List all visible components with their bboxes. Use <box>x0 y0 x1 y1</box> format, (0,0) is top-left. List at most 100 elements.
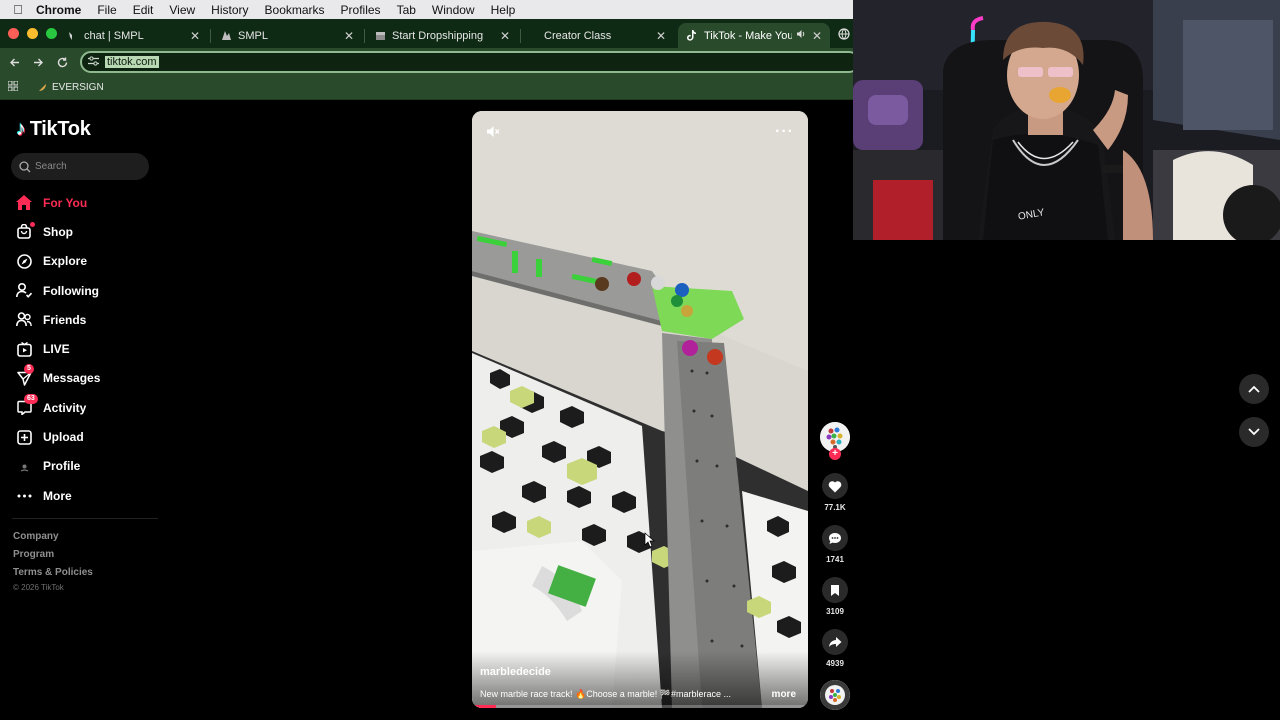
zoom-window-button[interactable] <box>46 28 57 39</box>
footer-link-program[interactable]: Program <box>13 549 54 560</box>
close-tab-icon[interactable]: ✕ <box>812 29 822 43</box>
video-author[interactable]: marbledecide <box>480 666 551 678</box>
sidebar-item-upload[interactable]: Upload <box>0 422 160 451</box>
sidebar-item-profile[interactable]: Profile <box>0 452 160 481</box>
url-text[interactable]: tiktok.com <box>105 56 159 68</box>
close-tab-icon[interactable]: ✕ <box>500 29 510 43</box>
sound-disc-avatar[interactable] <box>820 680 850 710</box>
save-button[interactable]: 3109 <box>820 577 850 616</box>
search-placeholder: Search <box>35 161 67 172</box>
messages-icon: 5 <box>16 364 34 386</box>
caption-more-link[interactable]: more <box>772 689 796 700</box>
close-window-button[interactable] <box>8 28 19 39</box>
menu-profiles[interactable]: Profiles <box>341 3 381 17</box>
tab-label: Start Dropshipping <box>392 29 484 42</box>
sidebar-item-more[interactable]: More <box>0 481 160 510</box>
menu-view[interactable]: View <box>169 3 195 17</box>
sidebar-item-label: Messages <box>43 371 101 386</box>
back-icon[interactable] <box>6 54 22 70</box>
apple-icon[interactable]:  <box>0 2 36 17</box>
address-bar[interactable]: tiktok.com <box>80 51 860 73</box>
sidebar-item-activity[interactable]: 63 Activity <box>0 393 160 422</box>
tab-chat-smpl[interactable]: chat | SMPL ✕ <box>58 23 208 48</box>
next-video-button[interactable] <box>1239 417 1269 447</box>
comment-count: 1741 <box>826 555 844 564</box>
site-settings-icon[interactable] <box>88 55 99 69</box>
share-button[interactable]: 4939 <box>820 629 850 668</box>
browser-tab-strip: chat | SMPL ✕ SMPL ✕ Start Dropshipping … <box>0 19 853 48</box>
close-tab-icon[interactable]: ✕ <box>344 29 354 43</box>
chat-favicon-icon <box>66 30 78 42</box>
comment-button[interactable]: 1741 <box>820 525 850 564</box>
footer-link-terms[interactable]: Terms & Policies <box>13 567 93 578</box>
sidebar-item-label: Explore <box>43 254 88 269</box>
sidebar-item-following[interactable]: Following <box>0 276 160 305</box>
tab-creator-class[interactable]: Creator Class ✕ <box>522 23 674 48</box>
upload-icon <box>16 429 32 445</box>
menu-window[interactable]: Window <box>432 3 475 17</box>
menu-help[interactable]: Help <box>491 3 516 17</box>
sidebar-item-live[interactable]: LIVE <box>0 334 160 363</box>
video-frame-marble-track <box>472 111 808 708</box>
video-player[interactable]: ··· marbledecide New marble race track! … <box>472 111 808 708</box>
sidebar-item-for-you[interactable]: For You <box>0 188 160 217</box>
tab-tiktok[interactable]: TikTok - Make Your Day ✕ <box>678 23 830 48</box>
like-button[interactable]: 77.1K <box>820 473 850 512</box>
menu-tab[interactable]: Tab <box>397 3 416 17</box>
more-dots-icon <box>16 488 32 504</box>
apps-grid-icon[interactable] <box>7 80 20 94</box>
minimize-window-button[interactable] <box>27 28 38 39</box>
like-count: 77.1K <box>824 503 846 512</box>
bookmarks-bar: EVERSIGN <box>0 76 853 100</box>
sidebar-item-friends[interactable]: Friends <box>0 305 160 334</box>
follow-plus-icon[interactable]: + <box>829 448 841 460</box>
sidebar-item-explore[interactable]: Explore <box>0 247 160 276</box>
screen:  Chrome File Edit View History Bookmark… <box>0 0 1280 720</box>
video-caption: New marble race track! 🔥Choose a marble!… <box>480 689 732 699</box>
forward-icon[interactable] <box>30 54 46 70</box>
share-count: 4939 <box>826 659 844 668</box>
following-icon <box>16 283 32 299</box>
friends-icon <box>16 312 32 328</box>
search-input[interactable]: Search <box>11 153 149 180</box>
tab-separator <box>520 29 521 43</box>
sidebar-item-shop[interactable]: Shop <box>0 217 160 246</box>
menu-file[interactable]: File <box>97 3 116 17</box>
mute-icon[interactable] <box>486 125 500 143</box>
bookmark-eversign[interactable]: EVERSIGN <box>38 82 104 93</box>
close-tab-icon[interactable]: ✕ <box>190 29 200 43</box>
menu-app-name[interactable]: Chrome <box>36 3 81 17</box>
sidebar-item-messages[interactable]: 5 Messages <box>0 364 160 393</box>
compass-icon <box>16 253 32 269</box>
sidebar-item-label: For You <box>43 195 88 210</box>
browser-toolbar: tiktok.com <box>0 48 860 76</box>
tab-smpl[interactable]: SMPL ✕ <box>212 23 362 48</box>
video-options-icon[interactable]: ··· <box>775 123 794 141</box>
tab-separator <box>364 29 365 43</box>
tab-start-dropshipping[interactable]: Start Dropshipping ✕ <box>366 23 518 48</box>
previous-video-button[interactable] <box>1239 374 1269 404</box>
messages-badge: 5 <box>24 364 34 375</box>
chevron-up-icon <box>1248 385 1260 393</box>
menu-bookmarks[interactable]: Bookmarks <box>265 3 325 17</box>
shop-bag-icon <box>16 221 35 240</box>
profile-icon <box>16 458 32 474</box>
save-count: 3109 <box>826 607 844 616</box>
speaker-icon[interactable] <box>796 29 806 42</box>
close-tab-icon[interactable]: ✕ <box>656 29 666 43</box>
menu-history[interactable]: History <box>211 3 248 17</box>
sidebar-divider <box>12 518 158 519</box>
new-tab-globe-icon[interactable] <box>838 27 850 45</box>
tiktok-logo[interactable]: ♪ TikTok <box>16 118 91 141</box>
comment-icon <box>829 532 841 544</box>
menu-edit[interactable]: Edit <box>133 3 154 17</box>
chevron-down-icon <box>1248 428 1260 436</box>
streamer-camera-image: ONLY <box>853 0 1280 240</box>
sidebar-item-label: Friends <box>43 312 87 327</box>
webcam-overlay: ONLY <box>853 0 1280 240</box>
reload-icon[interactable] <box>54 54 70 70</box>
footer-link-company[interactable]: Company <box>13 531 59 542</box>
video-progress-bar[interactable] <box>472 705 808 708</box>
sidebar-item-label: Following <box>43 283 99 298</box>
sidebar-item-label: Shop <box>43 224 73 239</box>
